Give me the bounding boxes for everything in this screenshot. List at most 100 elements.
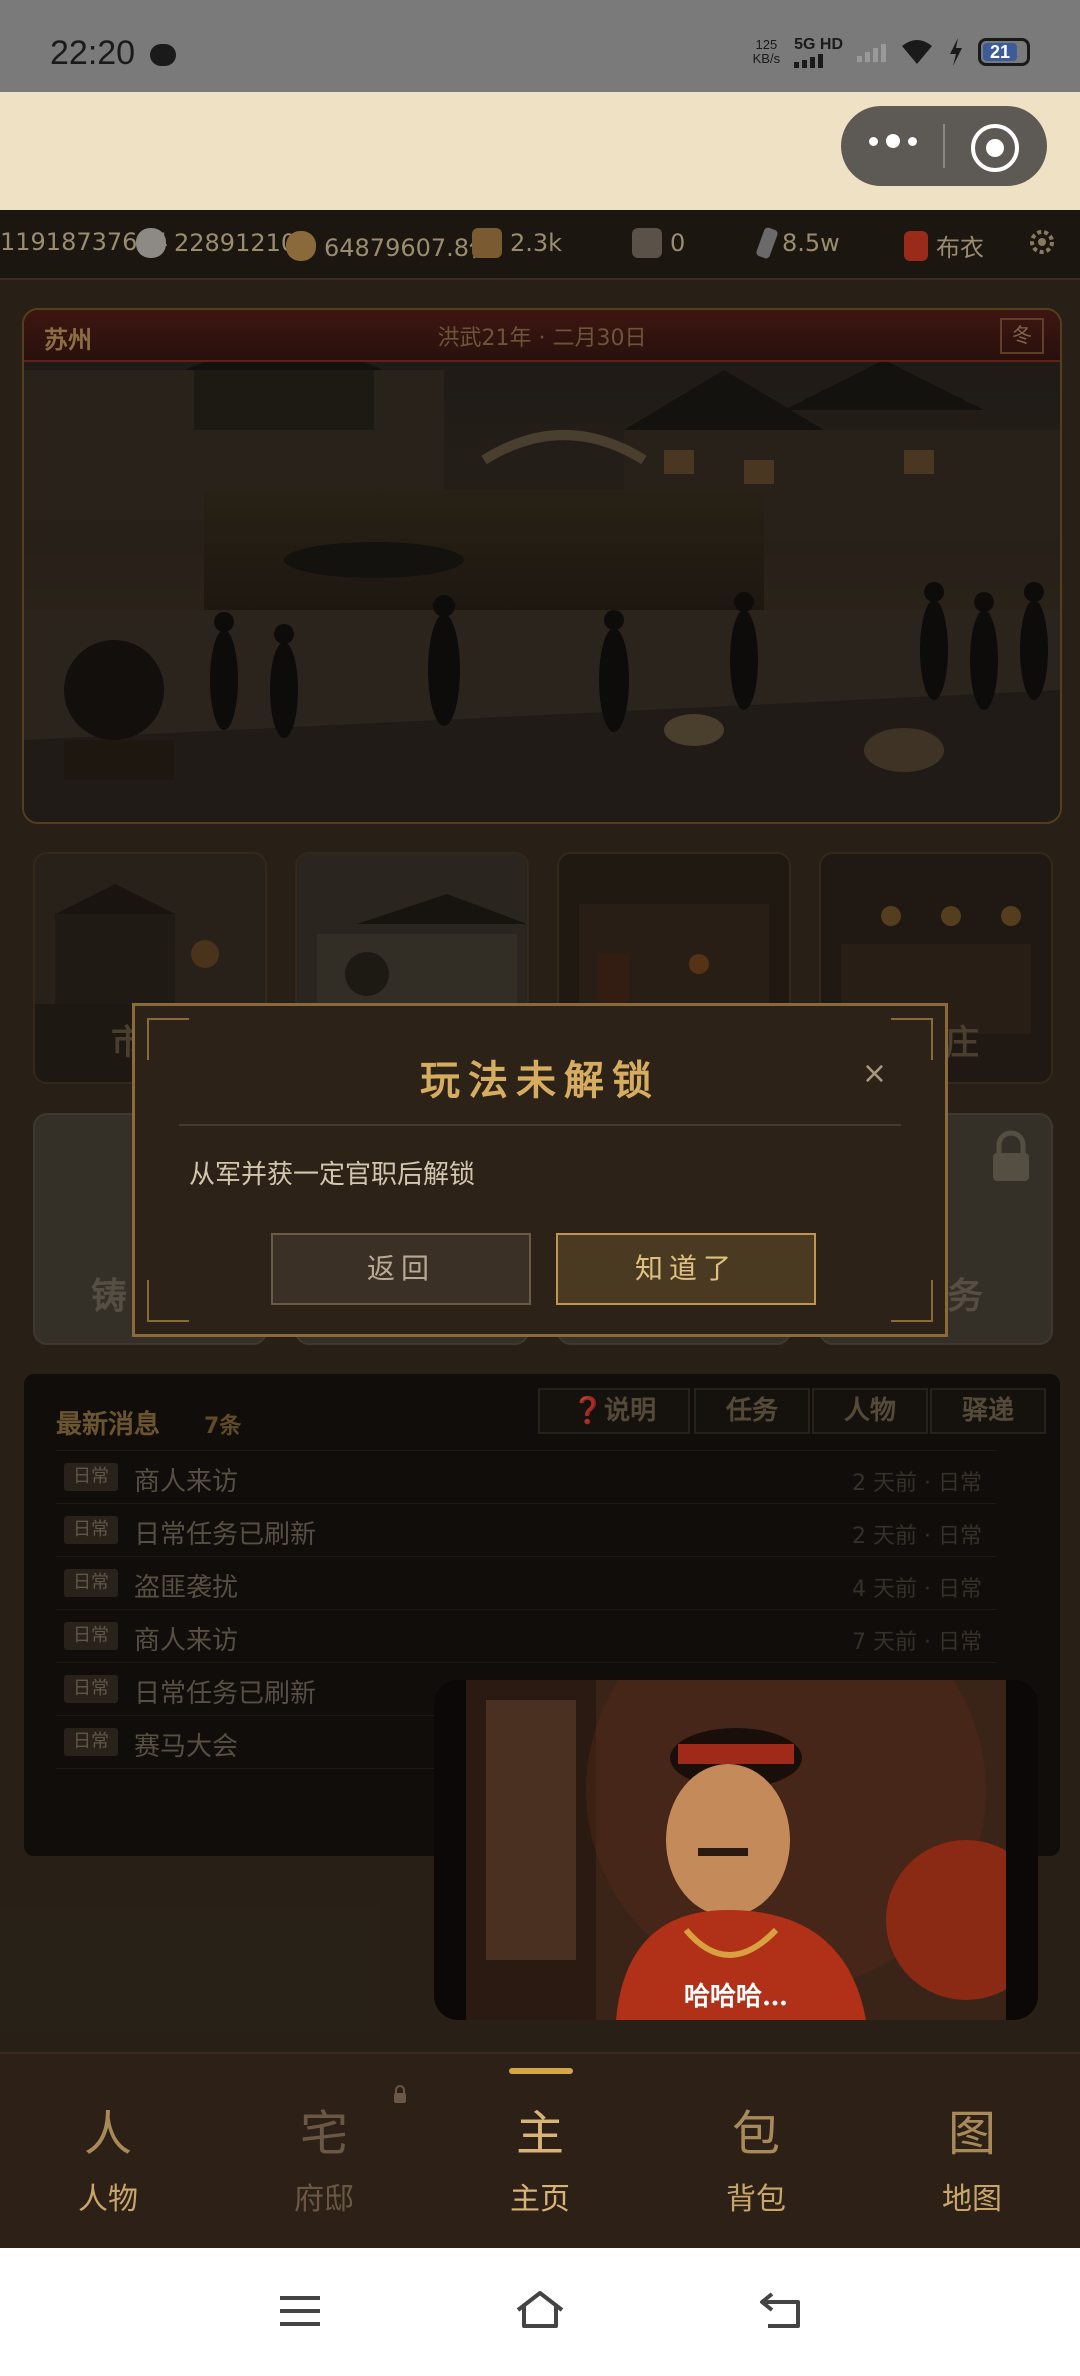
close-miniprogram-icon[interactable]: [971, 124, 1019, 172]
capsule-menu: [841, 106, 1047, 186]
status-icons: 125 KB/s 5G HD 21: [753, 36, 1030, 68]
resource-4-value: 2.3k: [510, 229, 563, 257]
rank-display[interactable]: 布衣: [904, 228, 984, 263]
news-tag: 日常: [64, 1463, 118, 1491]
news-tag: 日常: [64, 1728, 118, 1756]
ok-button[interactable]: 知道了: [556, 1233, 816, 1305]
network-type: 5G HD: [794, 36, 843, 68]
news-time: 2 天前 · 日常: [852, 1471, 982, 1496]
resource-3: 64879607.8亿: [286, 228, 493, 263]
characters-tab-icon: 人: [83, 2106, 132, 2162]
news-post-button[interactable]: 驿递: [930, 1388, 1046, 1434]
news-time: 7 天前 · 日常: [852, 1630, 982, 1655]
tab-label: 背包: [726, 2182, 786, 2217]
tab-characters[interactable]: 人 人物: [0, 2054, 216, 2250]
news-count: 7条: [204, 1414, 242, 1439]
system-nav-bar: [0, 2248, 1080, 2376]
home-tab-icon: 主: [515, 2106, 564, 2162]
tab-mansion[interactable]: 宅 府邸: [216, 2054, 432, 2250]
resource-3-value: 64879607.8亿: [324, 234, 494, 262]
modal-divider: [179, 1124, 901, 1126]
close-icon[interactable]: ×: [862, 1056, 887, 1091]
map-tab-icon: 图: [947, 2106, 996, 2162]
news-help-button[interactable]: ❓说明: [538, 1388, 690, 1434]
charging-icon: [950, 38, 962, 66]
grain-sack-icon: [472, 228, 502, 258]
news-time: 2 天前 · 日常: [852, 1524, 982, 1549]
tab-home[interactable]: 主 主页: [432, 2054, 648, 2250]
mini-program-header: [0, 92, 1080, 210]
more-options-icon[interactable]: [869, 134, 917, 148]
net-speed-value: 125: [755, 37, 778, 52]
backpack-tab-icon: 包: [731, 2106, 780, 2162]
chat-notification-icon: [150, 44, 176, 66]
status-time: 22:20: [50, 34, 136, 72]
modal-corner-bl: [147, 1280, 189, 1322]
news-text: 日常任务已刷新: [134, 1520, 317, 1550]
net-speed: 125 KB/s: [753, 38, 780, 66]
menu-icon[interactable]: [280, 2294, 320, 2328]
battery-icon: 21: [978, 38, 1030, 66]
tab-label: 府邸: [294, 2182, 354, 2217]
wifi-icon: [902, 40, 932, 64]
news-people-button[interactable]: 人物: [812, 1388, 928, 1434]
news-time: 4 天前 · 日常: [852, 1577, 982, 1602]
resource-6-value: 8.5w: [782, 229, 840, 257]
rank-value: 布衣: [936, 234, 984, 262]
robe-icon: [904, 230, 928, 261]
back-icon[interactable]: [758, 2292, 802, 2330]
silver-ingot-icon: [136, 228, 166, 258]
news-tag: 日常: [64, 1675, 118, 1703]
tab-label: 主页: [510, 2182, 570, 2217]
capsule-divider: [943, 124, 945, 168]
tab-label: 人物: [78, 2182, 138, 2217]
tab-backpack[interactable]: 包 背包: [648, 2054, 864, 2250]
tile-label-foundry: 铸: [91, 1276, 128, 1317]
news-text: 盗匪袭扰: [134, 1573, 239, 1603]
resource-2: 22891210: [136, 228, 296, 258]
season-badge: 冬: [1000, 318, 1044, 354]
tab-map[interactable]: 图 地图: [864, 2054, 1080, 2250]
news-text: 商人来访: [134, 1626, 239, 1656]
modal-title: 玩法未解锁: [420, 1058, 660, 1104]
city-scene-illustration: [24, 310, 1060, 822]
modal-message: 从军并获一定官职后解锁: [189, 1160, 476, 1190]
news-text: 商人来访: [134, 1467, 239, 1497]
news-text: 日常任务已刷新: [134, 1679, 317, 1709]
news-item[interactable]: 日常 商人来访 2 天前 · 日常: [56, 1450, 996, 1503]
video-frame: [466, 1680, 1006, 2020]
news-title: 最新消息: [56, 1410, 161, 1440]
unlock-modal: 玩法未解锁 × 从军并获一定官职后解锁 返回 知道了: [132, 1003, 948, 1337]
tile-label-service: 务: [947, 1276, 984, 1317]
video-popup[interactable]: 哈哈哈…: [434, 1680, 1038, 2020]
ore-icon: [632, 228, 662, 258]
news-text: 赛马大会: [134, 1732, 239, 1762]
ink-stick-icon: [755, 226, 779, 260]
news-tag: 日常: [64, 1516, 118, 1544]
scene-header: 苏州 洪武21年 · 二月30日 冬: [24, 310, 1060, 362]
mansion-tab-icon: 宅: [299, 2106, 348, 2162]
resource-bar: 11918737604 22891210 64879607.8亿 2.3k 0 …: [0, 210, 1080, 280]
gold-ingot-icon: [286, 230, 316, 261]
resource-4: 2.3k: [472, 228, 562, 258]
news-tag: 日常: [64, 1622, 118, 1650]
back-button[interactable]: 返回: [271, 1233, 531, 1305]
net-speed-unit: KB/s: [752, 51, 781, 66]
tab-label: 地图: [942, 2182, 1002, 2217]
tab-lock-icon: [394, 2085, 406, 2103]
news-item[interactable]: 日常 盗匪袭扰 4 天前 · 日常: [56, 1556, 996, 1609]
signal-2-icon: [857, 42, 886, 62]
news-tasks-button[interactable]: 任务: [694, 1388, 810, 1434]
signal-icon: [794, 54, 824, 68]
resource-5: 0: [632, 228, 685, 258]
resource-2-value: 22891210: [174, 229, 297, 257]
settings-gear-icon[interactable]: [1026, 226, 1058, 258]
news-item[interactable]: 日常 日常任务已刷新 2 天前 · 日常: [56, 1503, 996, 1556]
status-bar: 22:20 125 KB/s 5G HD 21: [0, 0, 1080, 92]
home-icon[interactable]: [514, 2290, 566, 2330]
city-scene-card[interactable]: 苏州 洪武21年 · 二月30日 冬: [22, 308, 1062, 824]
news-item[interactable]: 日常 商人来访 7 天前 · 日常: [56, 1609, 996, 1662]
tile-label-estate: 庄: [945, 1023, 979, 1063]
lock-icon: [993, 1130, 1029, 1181]
network-type-label: 5G HD: [794, 36, 843, 53]
